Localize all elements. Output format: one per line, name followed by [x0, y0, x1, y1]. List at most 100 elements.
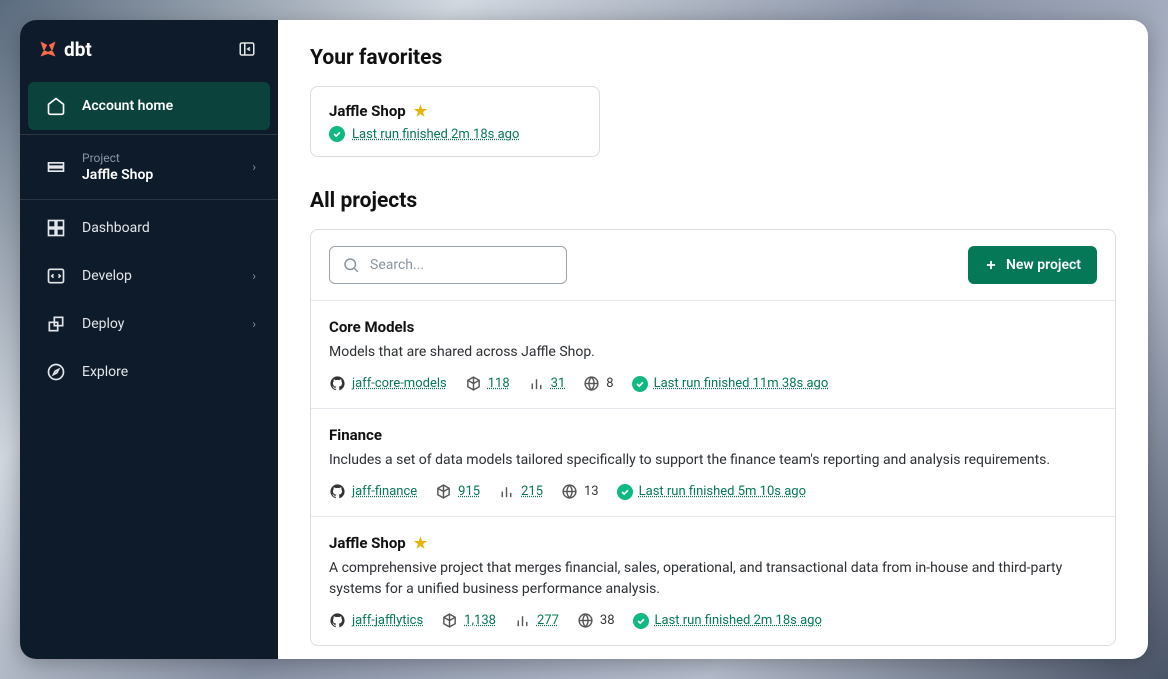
- sidebar-item-label: Account home: [82, 98, 173, 114]
- models-meta: 915: [435, 483, 480, 500]
- collapse-sidebar-button[interactable]: [234, 36, 260, 62]
- status-link[interactable]: Last run finished 5m 10s ago: [639, 484, 806, 499]
- github-icon: [329, 375, 346, 392]
- project-item[interactable]: Jaffle Shop ★ A comprehensive project tha…: [311, 516, 1115, 645]
- repo-link[interactable]: jaff-finance: [352, 484, 417, 499]
- project-meta: jaff-jafflytics 1,138 277 38 Last run fi…: [329, 612, 1097, 629]
- project-list: Core Models Models that are shared acros…: [311, 300, 1115, 645]
- sidebar-item-dashboard[interactable]: Dashboard: [28, 204, 270, 252]
- sidebar-item-explore[interactable]: Explore: [28, 348, 270, 396]
- all-projects-title: All projects: [310, 189, 1116, 213]
- chevron-right-icon: ›: [252, 317, 256, 331]
- project-name-row: Core Models: [329, 318, 414, 336]
- envs-meta: 13: [561, 483, 599, 500]
- home-icon: [44, 94, 68, 118]
- project-item[interactable]: Core Models Models that are shared acros…: [311, 300, 1115, 408]
- code-icon: [44, 264, 68, 288]
- globe-icon: [561, 483, 578, 500]
- folder-icon: [44, 155, 68, 179]
- status-link[interactable]: Last run finished 11m 38s ago: [654, 376, 829, 391]
- check-icon: [329, 126, 345, 142]
- box-icon: [435, 483, 452, 500]
- repo-link[interactable]: jaff-core-models: [352, 376, 447, 391]
- sidebar-item-deploy[interactable]: Deploy ›: [28, 300, 270, 348]
- bars-icon: [528, 375, 545, 392]
- project-name: Jaffle Shop: [329, 534, 406, 552]
- sidebar-item-develop[interactable]: Develop ›: [28, 252, 270, 300]
- dashboard-icon: [44, 216, 68, 240]
- logo[interactable]: dbt: [38, 38, 92, 61]
- project-name: Finance: [329, 426, 382, 444]
- status-meta: Last run finished 2m 18s ago: [633, 613, 822, 629]
- project-label: Project: [82, 151, 153, 165]
- nav: Account home Project Jaffle Shop › Dashb…: [20, 76, 278, 402]
- chevron-right-icon: ›: [252, 160, 256, 174]
- sidebar-item-label: Develop: [82, 268, 132, 284]
- repo-meta: jaff-jafflytics: [329, 612, 423, 629]
- status-meta: Last run finished 5m 10s ago: [617, 484, 806, 500]
- bars-icon: [514, 612, 531, 629]
- star-icon[interactable]: ★: [414, 102, 427, 120]
- globe-icon: [577, 612, 594, 629]
- chevron-right-icon: ›: [252, 269, 256, 283]
- sidebar-item-label: Deploy: [82, 316, 124, 332]
- deploy-icon: [44, 312, 68, 336]
- project-meta: jaff-core-models 118 31 8 Last run finis…: [329, 375, 1097, 392]
- plus-icon: [984, 258, 998, 272]
- favorites-title: Your favorites: [310, 46, 1116, 70]
- sidebar-item-account-home[interactable]: Account home: [28, 82, 270, 130]
- project-name-row: Finance: [329, 426, 382, 444]
- check-icon: [617, 484, 633, 500]
- metrics-meta: 215: [498, 483, 543, 500]
- sidebar-project-selector[interactable]: Project Jaffle Shop ›: [28, 139, 270, 195]
- envs-meta: 38: [577, 612, 615, 629]
- main-content: Your favorites Jaffle Shop ★ Last run fi…: [278, 20, 1148, 659]
- status-link[interactable]: Last run finished 2m 18s ago: [352, 127, 519, 142]
- bars-icon: [498, 483, 515, 500]
- sidebar-header: dbt: [20, 20, 278, 76]
- github-icon: [329, 612, 346, 629]
- favorite-status: Last run finished 2m 18s ago: [329, 126, 581, 142]
- models-link[interactable]: 915: [458, 484, 480, 499]
- repo-link[interactable]: jaff-jafflytics: [352, 613, 423, 628]
- metrics-meta: 31: [528, 375, 566, 392]
- divider: [20, 134, 278, 135]
- project-item[interactable]: Finance Includes a set of data models ta…: [311, 408, 1115, 516]
- divider: [20, 199, 278, 200]
- logo-icon: [38, 39, 58, 59]
- compass-icon: [44, 360, 68, 384]
- globe-icon: [583, 375, 600, 392]
- envs-meta: 8: [583, 375, 613, 392]
- sidebar-item-label: Explore: [82, 364, 128, 380]
- star-icon[interactable]: ★: [414, 534, 427, 552]
- search-input[interactable]: [370, 257, 554, 273]
- metrics-meta: 277: [514, 612, 559, 629]
- new-project-label: New project: [1006, 257, 1081, 273]
- envs-count: 13: [584, 484, 599, 499]
- favorite-name-row: Jaffle Shop ★: [329, 102, 427, 120]
- panel-toolbar: New project: [311, 230, 1115, 300]
- favorite-name: Jaffle Shop: [329, 102, 406, 120]
- models-link[interactable]: 118: [488, 376, 510, 391]
- status-meta: Last run finished 11m 38s ago: [632, 376, 829, 392]
- models-link[interactable]: 1,138: [464, 613, 496, 628]
- project-name: Core Models: [329, 318, 414, 336]
- search-icon: [342, 256, 360, 274]
- repo-meta: jaff-finance: [329, 483, 417, 500]
- status-link[interactable]: Last run finished 2m 18s ago: [655, 613, 822, 628]
- metrics-link[interactable]: 31: [551, 376, 566, 391]
- new-project-button[interactable]: New project: [968, 246, 1097, 284]
- brand-text: dbt: [64, 38, 92, 61]
- sidebar: dbt Account home Project Jaffle Sh: [20, 20, 278, 659]
- metrics-link[interactable]: 215: [521, 484, 543, 499]
- metrics-link[interactable]: 277: [537, 613, 559, 628]
- project-description: A comprehensive project that merges fina…: [329, 558, 1097, 600]
- favorite-card[interactable]: Jaffle Shop ★ Last run finished 2m 18s a…: [310, 86, 600, 157]
- project-name: Jaffle Shop: [82, 167, 153, 183]
- envs-count: 38: [600, 613, 615, 628]
- check-icon: [633, 613, 649, 629]
- models-meta: 118: [465, 375, 510, 392]
- project-meta: jaff-finance 915 215 13 Last run finishe…: [329, 483, 1097, 500]
- project-name-row: Jaffle Shop ★: [329, 534, 427, 552]
- search-box[interactable]: [329, 246, 567, 284]
